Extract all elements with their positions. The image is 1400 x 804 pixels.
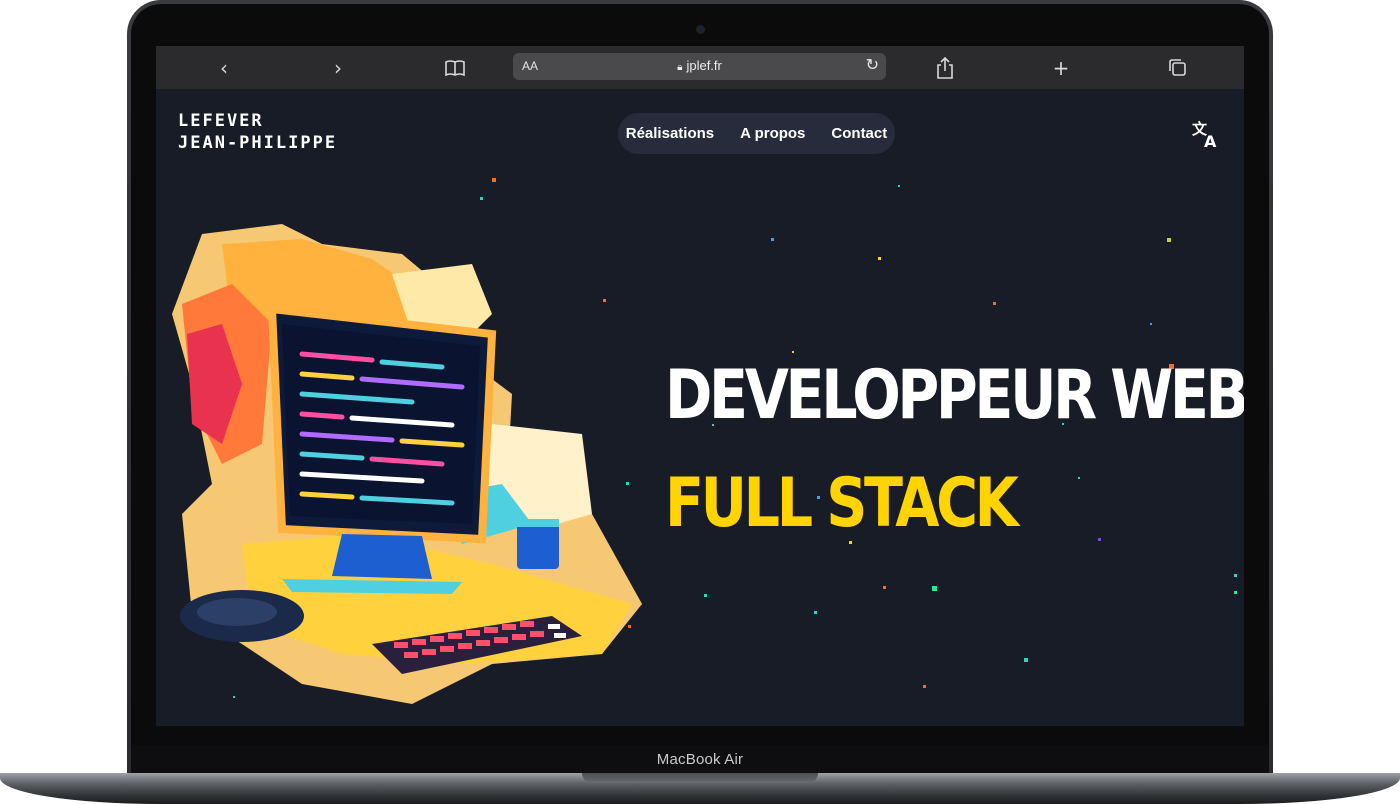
laptop-notch <box>582 773 818 783</box>
camera-icon <box>697 26 704 33</box>
laptop-chin: MacBook Air <box>131 745 1269 776</box>
bookmarks-icon[interactable] <box>442 55 468 81</box>
reload-icon[interactable]: ↻ <box>866 55 879 74</box>
main-nav: Réalisations A propos Contact <box>618 113 895 154</box>
site-logo[interactable]: LEFEVER JEAN-PHILIPPE <box>178 110 337 154</box>
computer-illustration <box>172 224 642 704</box>
logo-line-2: JEAN-PHILIPPE <box>178 133 338 153</box>
new-tab-icon[interactable]: + <box>1048 55 1074 81</box>
nav-item-a-propos[interactable]: A propos <box>740 125 805 142</box>
url-text[interactable]: 🔒︎ jplef.fr <box>513 58 886 73</box>
device-label: MacBook Air <box>656 751 744 768</box>
url-value: jplef.fr <box>686 58 722 73</box>
web-page: LEFEVER JEAN-PHILIPPE Réalisations A pro… <box>156 89 1244 726</box>
browser-toolbar: ‹ › AA 🔒︎ jplef.fr ↻ + <box>156 46 1244 89</box>
translate-icon[interactable]: 文 A <box>1190 117 1224 151</box>
share-icon[interactable] <box>932 55 958 81</box>
address-bar[interactable]: AA 🔒︎ jplef.fr ↻ <box>513 53 886 80</box>
lock-icon: 🔒︎ <box>677 62 683 73</box>
forward-icon[interactable]: › <box>325 55 351 81</box>
hero-title: DEVELOPPEUR WEB <box>665 356 1244 435</box>
tabs-icon[interactable] <box>1165 55 1191 81</box>
nav-item-realisations[interactable]: Réalisations <box>626 125 714 142</box>
svg-text:A: A <box>1204 132 1217 151</box>
hero-subtitle: FULL STACK <box>665 464 1019 543</box>
laptop-screen: ‹ › AA 🔒︎ jplef.fr ↻ + LEFEVER JEAN-PHIL… <box>156 46 1244 726</box>
back-icon[interactable]: ‹ <box>211 55 237 81</box>
logo-line-1: LEFEVER <box>178 111 264 131</box>
nav-item-contact[interactable]: Contact <box>831 125 887 142</box>
